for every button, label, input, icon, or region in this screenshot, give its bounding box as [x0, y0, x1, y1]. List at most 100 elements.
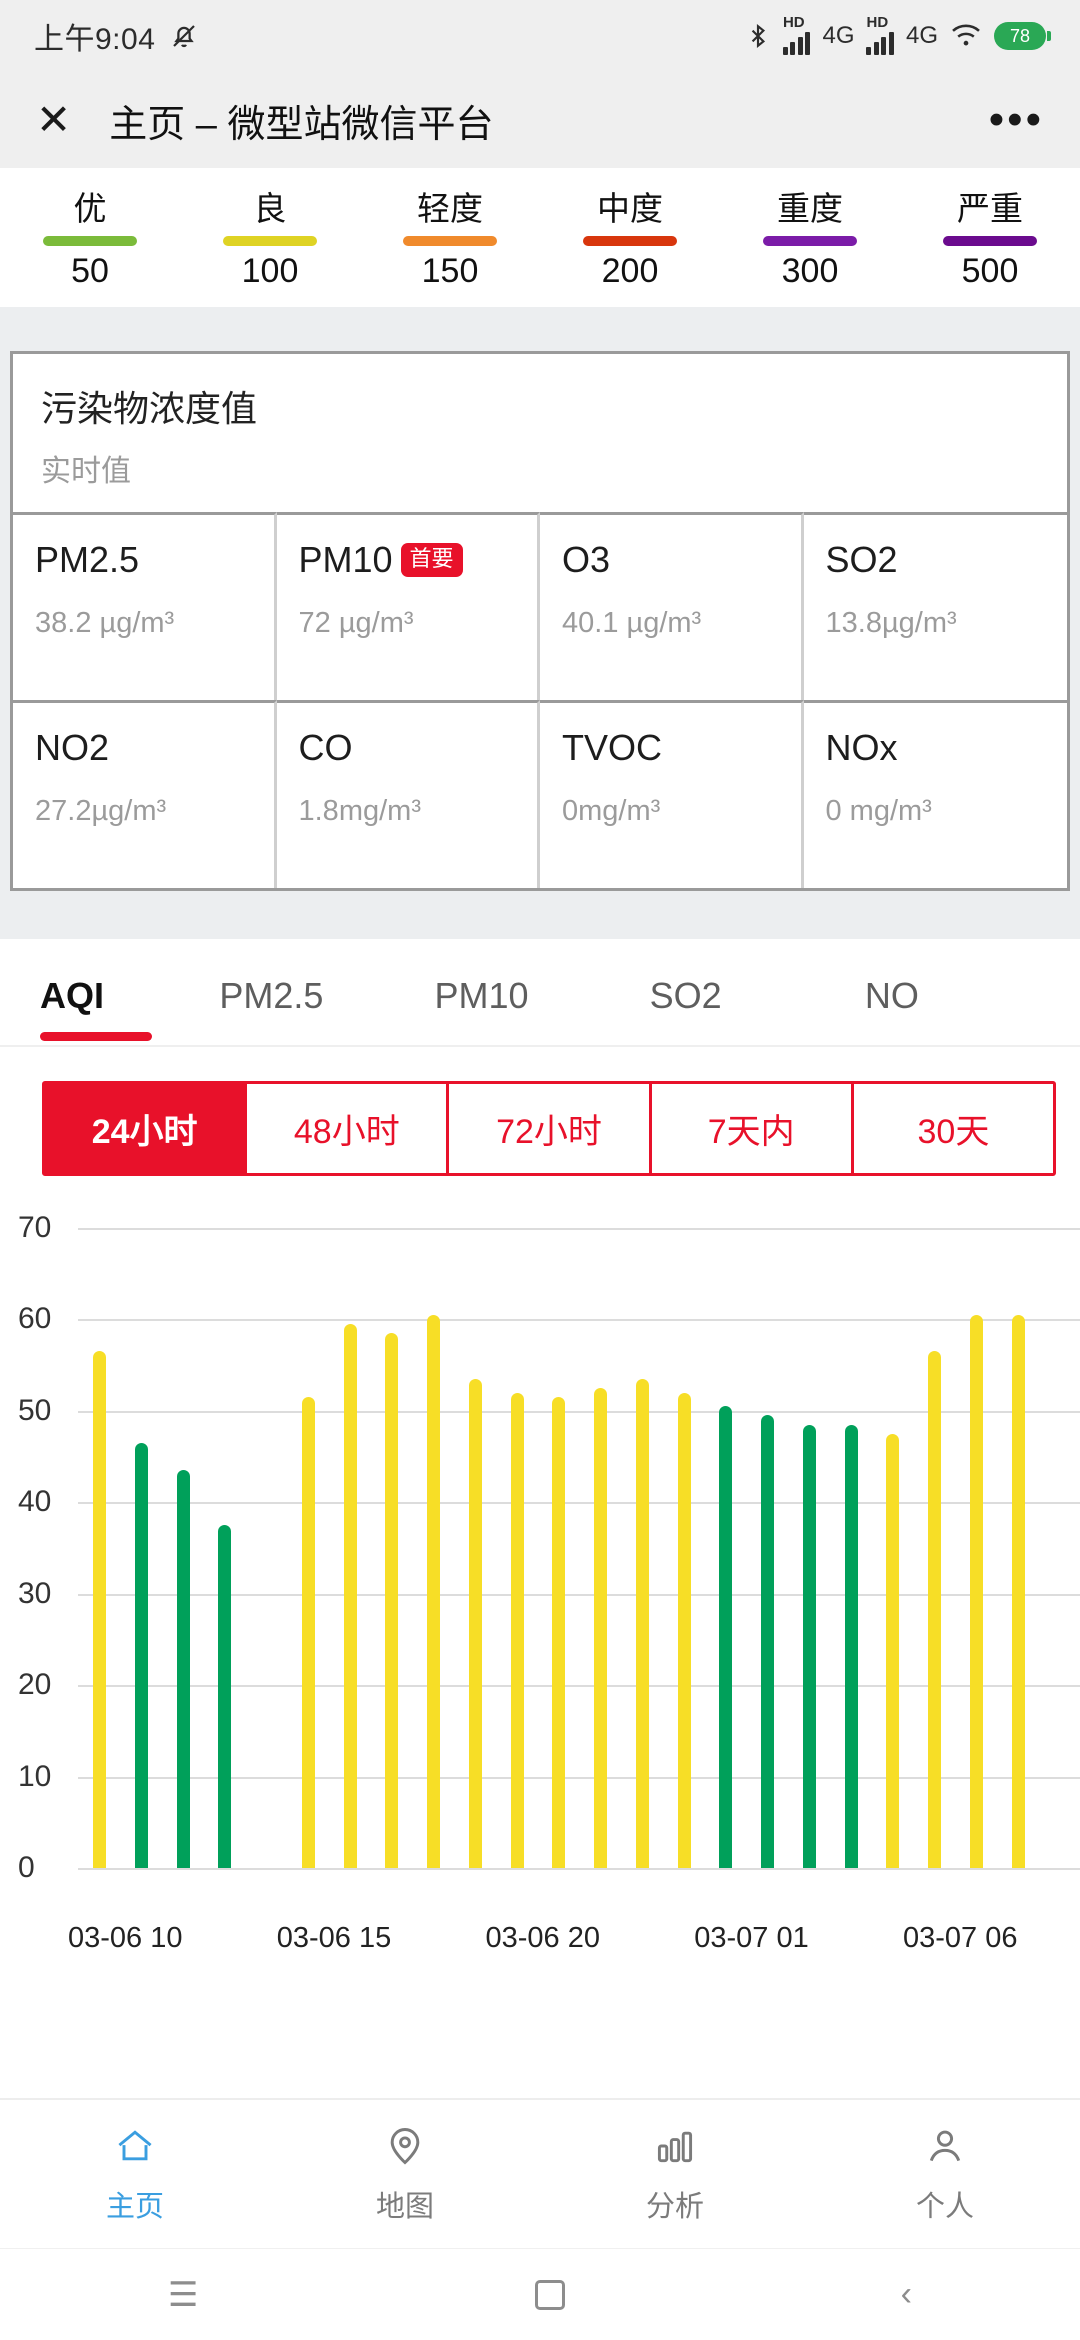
time-segment-0[interactable]: 24小时 — [45, 1084, 247, 1173]
chart-bar[interactable] — [135, 1443, 148, 1868]
pollutant-cell[interactable]: SO213.8µg/m³ — [804, 512, 1068, 700]
chart-bar[interactable] — [469, 1379, 482, 1868]
time-range-segmented-control[interactable]: 24小时 48小时 72小时7天内30天 — [42, 1081, 1056, 1176]
pollutant-cell[interactable]: CO1.8mg/m³ — [277, 700, 541, 888]
square-home-icon[interactable] — [535, 2280, 565, 2310]
pollutant-value: 0 mg/m³ — [826, 795, 1046, 828]
pollutant-name-row: PM2.5 — [35, 539, 252, 581]
aqi-scale-label: 轻度 — [417, 182, 483, 230]
chart-bar[interactable] — [427, 1315, 440, 1868]
nav-item-label: 分析 — [646, 2183, 704, 2225]
chart-bar[interactable] — [678, 1393, 691, 1868]
pollutant-value: 40.1 µg/m³ — [562, 607, 779, 640]
chart-bar[interactable] — [1012, 1315, 1025, 1868]
hd-label-1: HD — [783, 15, 805, 30]
page-title: 主页 – 微型站微信平台 — [109, 93, 493, 148]
pollutant-cell[interactable]: PM10首要72 µg/m³ — [277, 512, 541, 700]
nav-item-地图[interactable]: 地图 — [270, 2100, 540, 2248]
chart-bar[interactable] — [594, 1388, 607, 1868]
chart-bar[interactable] — [93, 1351, 106, 1868]
pollutant-cell[interactable]: TVOC0mg/m³ — [540, 700, 804, 888]
chart-bar[interactable] — [1053, 1297, 1066, 1868]
chart-bar[interactable] — [636, 1379, 649, 1868]
aqi-scale-label: 中度 — [597, 182, 663, 230]
pollutant-card-subtitle: 实时值 — [41, 446, 1039, 490]
time-segment-label: 48小时 — [294, 1113, 400, 1151]
chart-gridline — [78, 1868, 1080, 1870]
aqi-scale-legend: 优50良100轻度150中度200重度300严重500 — [0, 168, 1080, 307]
phone-screen: 上午9:04 HD 4G HD — [0, 0, 1080, 2340]
aqi-scale-label: 优 — [74, 182, 107, 230]
tab-pm2-5[interactable]: PM2.5 — [219, 939, 434, 1035]
chart-plot-area — [78, 1228, 1080, 1868]
aqi-bar-chart: 70605040302010003-06 1003-06 1503-06 200… — [0, 1210, 1080, 1910]
pollutant-name: PM2.5 — [35, 539, 139, 581]
close-icon[interactable]: ✕ — [36, 99, 71, 141]
signal-bars-2 — [866, 31, 894, 55]
tab-aqi[interactable]: AQI — [40, 939, 219, 1035]
time-segment-label: 24小时 — [92, 1113, 198, 1151]
x-axis-tick-label: 03-07 01 — [694, 1922, 809, 1955]
hamburger-menu-icon[interactable]: ☰ — [168, 2275, 198, 2315]
pollutant-grid: PM2.538.2 µg/m³PM10首要72 µg/m³ O3 40.1 µg/m… — [13, 512, 1067, 888]
chart-bar[interactable] — [970, 1315, 983, 1868]
signal-icon-1: HD — [783, 17, 811, 55]
more-options-icon[interactable]: ••• — [989, 111, 1044, 129]
status-bar-right: HD 4G HD 4G 78 — [745, 17, 1046, 55]
aqi-scale-label: 良 — [254, 182, 287, 230]
status-time: 上午9:04 — [34, 14, 155, 58]
chart-bar[interactable] — [218, 1525, 231, 1868]
aqi-scale-color-bar — [763, 236, 857, 246]
nav-item-label: 个人 — [916, 2183, 974, 2225]
chart-bar[interactable] — [719, 1406, 732, 1868]
pollutant-value: 13.8µg/m³ — [826, 607, 1046, 640]
back-chevron-icon[interactable]: ‹ — [901, 2275, 912, 2314]
pollutant-card: 污染物浓度值 实时值 PM2.538.2 µg/m³PM10首要72 µg/m³… — [10, 351, 1070, 891]
time-segment-3[interactable]: 7天内 — [652, 1084, 854, 1173]
aqi-scale-label: 重度 — [777, 182, 843, 230]
bluetooth-icon — [745, 20, 771, 52]
nav-item-主页[interactable]: 主页 — [0, 2100, 270, 2248]
tab-pm10[interactable]: PM10 — [434, 939, 649, 1035]
tab-so2[interactable]: SO2 — [650, 939, 865, 1035]
chart-bar[interactable] — [928, 1351, 941, 1868]
chart-bar[interactable] — [761, 1415, 774, 1868]
chart-bar[interactable] — [385, 1333, 398, 1868]
aqi-scale-value: 50 — [71, 252, 109, 291]
nav-item-分析[interactable]: 分析 — [540, 2100, 810, 2248]
chart-bar[interactable] — [302, 1397, 315, 1868]
chart-bar[interactable] — [344, 1324, 357, 1868]
x-axis-tick-label: 03-06 20 — [486, 1922, 601, 1955]
chart-bar[interactable] — [803, 1425, 816, 1868]
chart-bar[interactable] — [845, 1425, 858, 1868]
chart-section: AQIPM2.5PM10SO2NO 24小时 48小时 72小时7天内30天 706… — [0, 939, 1080, 1910]
aqi-scale-item: 轻度150 — [360, 182, 540, 291]
pollutant-value: 27.2µg/m³ — [35, 795, 252, 828]
nav-item-个人[interactable]: 个人 — [810, 2100, 1080, 2248]
x-axis-tick-label: 03-07 06 — [903, 1922, 1018, 1955]
pollutant-name-row: NO2 — [35, 727, 252, 769]
pollutant-cell[interactable]: PM2.538.2 µg/m³ — [13, 512, 277, 700]
pollutant-name: O3 — [562, 539, 610, 581]
pollutant-cell[interactable]: O3 40.1 µg/m³ — [540, 512, 804, 700]
time-segment-4[interactable]: 30天 — [854, 1084, 1053, 1173]
time-segment-2[interactable]: 72小时 — [449, 1084, 651, 1173]
aqi-scale-color-bar — [223, 236, 317, 246]
network-label-2: 4G — [906, 22, 938, 50]
nav-item-label: 主页 — [106, 2183, 164, 2225]
pollutant-name: PM10 — [299, 539, 393, 581]
chart-bar[interactable] — [552, 1397, 565, 1868]
time-segment-1[interactable]: 48小时 — [247, 1084, 449, 1173]
pollutant-card-wrapper: 污染物浓度值 实时值 PM2.538.2 µg/m³PM10首要72 µg/m³… — [0, 351, 1080, 891]
y-axis-tick-label: 50 — [18, 1394, 51, 1428]
chart-bar[interactable] — [511, 1393, 524, 1868]
chart-bar[interactable] — [177, 1470, 190, 1868]
pollutant-name-row: NOx — [826, 727, 1046, 769]
aqi-scale-value: 500 — [962, 252, 1019, 291]
tab-no[interactable]: NO — [865, 939, 1080, 1035]
pollutant-cell[interactable]: NOx 0 mg/m³ — [804, 700, 1068, 888]
bell-mute-icon — [169, 21, 199, 51]
chart-bar[interactable] — [886, 1434, 899, 1868]
pollutant-cell[interactable]: NO2 27.2µg/m³ — [13, 700, 277, 888]
y-axis-tick-label: 70 — [18, 1211, 51, 1245]
